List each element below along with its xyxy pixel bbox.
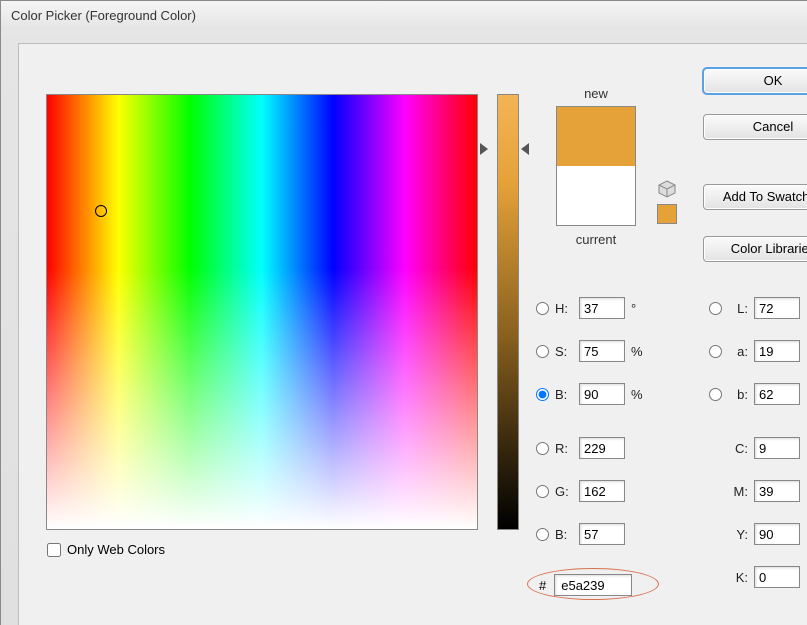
lab-a-label: a: bbox=[728, 344, 748, 359]
current-color-swatch[interactable] bbox=[557, 166, 635, 225]
color-spectrum[interactable] bbox=[46, 94, 478, 530]
spectrum-marker-icon bbox=[480, 143, 488, 155]
brightness-label: B: bbox=[555, 387, 573, 402]
black-row: K: bbox=[728, 565, 800, 589]
green-input[interactable] bbox=[579, 480, 625, 502]
black-input[interactable] bbox=[754, 566, 800, 588]
hue-row: H: ° bbox=[536, 296, 645, 320]
saturation-radio[interactable] bbox=[536, 345, 549, 358]
client-area: new current OK Cancel Add To Swatches Co… bbox=[18, 43, 807, 625]
lab-a-radio[interactable] bbox=[709, 345, 722, 358]
saturation-label: S: bbox=[555, 344, 573, 359]
blue-radio[interactable] bbox=[536, 528, 549, 541]
cyan-row: C: bbox=[728, 436, 800, 460]
lab-b-radio[interactable] bbox=[709, 388, 722, 401]
brightness-input[interactable] bbox=[579, 383, 625, 405]
hue-radio[interactable] bbox=[536, 302, 549, 315]
lab-l-radio[interactable] bbox=[709, 302, 722, 315]
lab-l-row: L: bbox=[709, 296, 800, 320]
yellow-label: Y: bbox=[728, 527, 748, 542]
spectrum-gradient bbox=[47, 95, 477, 529]
green-radio[interactable] bbox=[536, 485, 549, 498]
magenta-row: M: bbox=[728, 479, 800, 503]
window-title: Color Picker (Foreground Color) bbox=[1, 1, 807, 31]
color-libraries-button[interactable]: Color Libraries bbox=[703, 236, 807, 262]
saturation-input[interactable] bbox=[579, 340, 625, 362]
cyan-input[interactable] bbox=[754, 437, 800, 459]
hue-unit: ° bbox=[631, 301, 645, 316]
magenta-input[interactable] bbox=[754, 480, 800, 502]
cyan-label: C: bbox=[728, 441, 748, 456]
lab-b-label: b: bbox=[728, 387, 748, 402]
red-input[interactable] bbox=[579, 437, 625, 459]
brightness-radio[interactable] bbox=[536, 388, 549, 401]
spectrum-cursor-icon[interactable] bbox=[95, 205, 107, 217]
new-color-swatch bbox=[557, 107, 635, 166]
ok-button[interactable]: OK bbox=[703, 68, 807, 94]
saturation-row: S: % bbox=[536, 339, 645, 363]
only-web-colors-checkbox[interactable] bbox=[47, 543, 61, 557]
cancel-button[interactable]: Cancel bbox=[703, 114, 807, 140]
red-row: R: bbox=[536, 436, 625, 460]
hex-prefix-label: # bbox=[539, 578, 546, 593]
saturation-unit: % bbox=[631, 344, 645, 359]
lab-a-row: a: bbox=[709, 339, 800, 363]
red-radio[interactable] bbox=[536, 442, 549, 455]
strip-marker-icon[interactable] bbox=[521, 143, 529, 155]
lab-l-label: L: bbox=[728, 301, 748, 316]
brightness-strip[interactable] bbox=[497, 94, 519, 530]
blue-input[interactable] bbox=[579, 523, 625, 545]
magenta-label: M: bbox=[728, 484, 748, 499]
gamut-warning-cube-icon[interactable] bbox=[658, 180, 676, 198]
lab-a-input[interactable] bbox=[754, 340, 800, 362]
hex-input[interactable] bbox=[554, 574, 632, 596]
only-web-colors-label: Only Web Colors bbox=[67, 542, 165, 557]
blue-label: B: bbox=[555, 527, 573, 542]
yellow-input[interactable] bbox=[754, 523, 800, 545]
red-label: R: bbox=[555, 441, 573, 456]
hex-row: # bbox=[539, 574, 632, 596]
websafe-color-swatch[interactable] bbox=[657, 204, 677, 224]
lab-l-input[interactable] bbox=[754, 297, 800, 319]
color-picker-window: Color Picker (Foreground Color) new curr… bbox=[0, 0, 807, 625]
current-color-label: current bbox=[556, 232, 636, 247]
green-label: G: bbox=[555, 484, 573, 499]
brightness-row: B: % bbox=[536, 382, 645, 406]
add-to-swatches-button[interactable]: Add To Swatches bbox=[703, 184, 807, 210]
lab-b-row: b: bbox=[709, 382, 800, 406]
new-color-label: new bbox=[556, 86, 636, 101]
color-preview-swatch bbox=[556, 106, 636, 226]
black-label: K: bbox=[728, 570, 748, 585]
only-web-colors-row[interactable]: Only Web Colors bbox=[47, 542, 165, 557]
hue-label: H: bbox=[555, 301, 573, 316]
lab-b-input[interactable] bbox=[754, 383, 800, 405]
yellow-row: Y: bbox=[728, 522, 800, 546]
brightness-unit: % bbox=[631, 387, 645, 402]
blue-row: B: bbox=[536, 522, 625, 546]
green-row: G: bbox=[536, 479, 625, 503]
hue-input[interactable] bbox=[579, 297, 625, 319]
